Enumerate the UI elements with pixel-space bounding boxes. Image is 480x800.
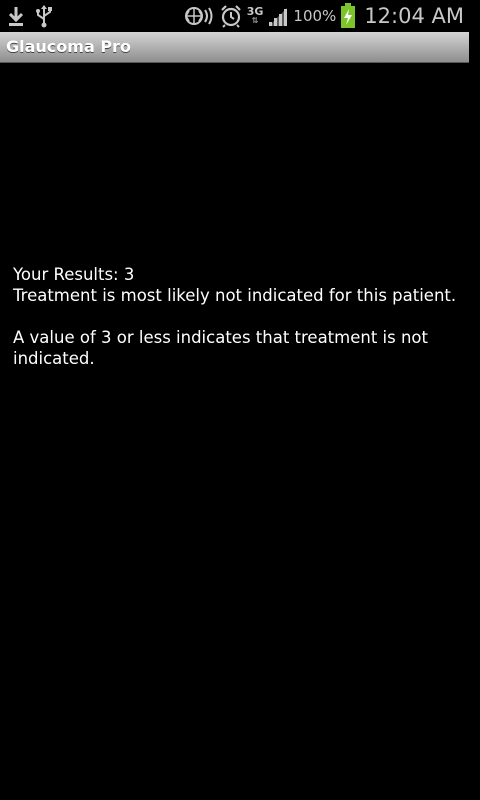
results-explanation: A value of 3 or less indicates that trea… xyxy=(13,328,428,368)
results-score: Your Results: 3 xyxy=(13,265,135,284)
nfc-icon xyxy=(183,5,215,27)
battery-percent: 100% xyxy=(293,7,337,25)
app-title: Glaucoma Pro xyxy=(6,37,131,56)
results-recommendation: Treatment is most likely not indicated f… xyxy=(13,286,457,305)
status-time: 12:04 AM xyxy=(364,4,464,28)
title-bar: Glaucoma Pro xyxy=(0,32,469,63)
usb-icon[interactable] xyxy=(34,4,54,28)
network-3g-icon: 3G ⇅ xyxy=(247,6,264,25)
notification-icons xyxy=(6,3,54,29)
status-bar: 3G ⇅ 100% 12:04 AM xyxy=(0,0,480,32)
system-icons: 3G ⇅ 100% 12:04 AM xyxy=(183,2,464,30)
app-screen: 3G ⇅ 100% 12:04 AM Glaucoma Pro Your Res… xyxy=(0,0,480,800)
download-icon[interactable] xyxy=(6,5,26,27)
alarm-icon xyxy=(219,4,243,28)
signal-icon xyxy=(267,5,289,27)
title-bar-edge xyxy=(469,32,480,63)
battery-charging-icon xyxy=(340,3,356,29)
results-panel: Your Results: 3 Treatment is most likely… xyxy=(13,264,468,369)
data-arrows-icon: ⇅ xyxy=(251,16,259,25)
